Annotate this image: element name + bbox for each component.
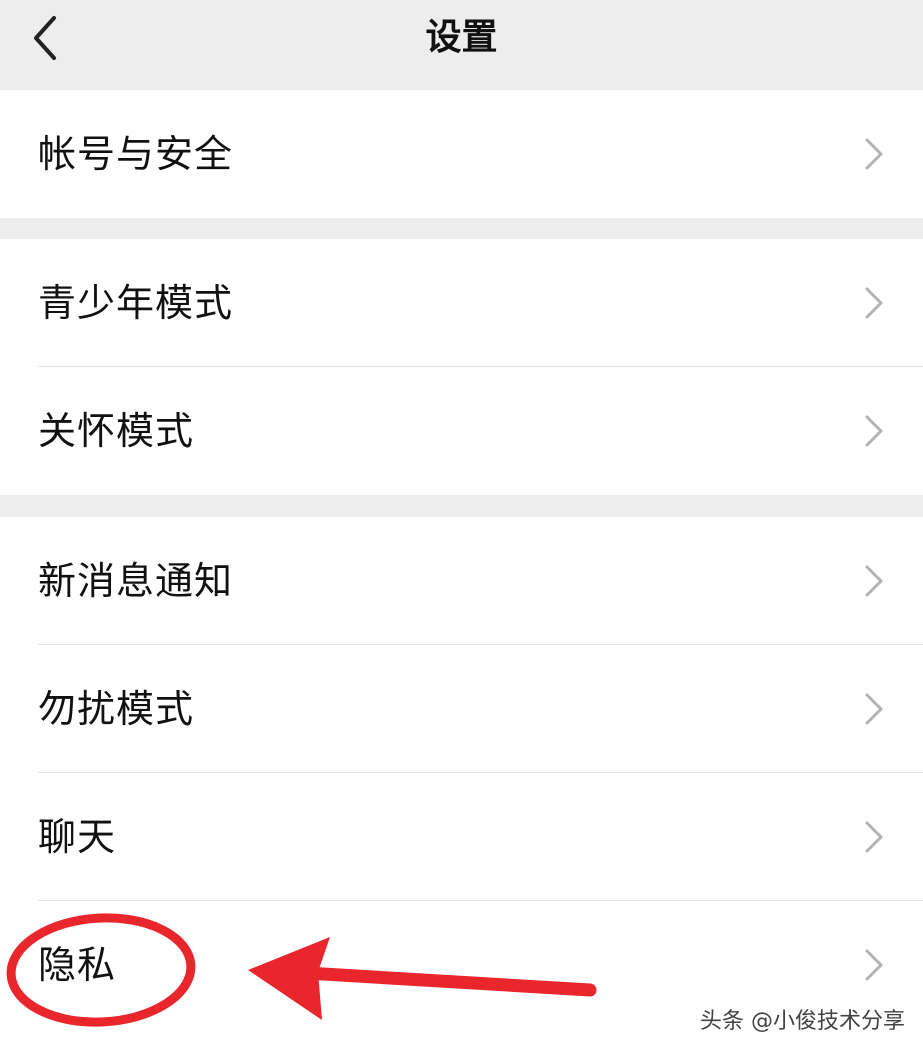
settings-group-general: 新消息通知 勿扰模式 聊天 隐私	[0, 517, 923, 1049]
settings-item-label: 青少年模式	[38, 281, 234, 325]
settings-item-teen-mode[interactable]: 青少年模式	[0, 239, 923, 367]
settings-item-label: 关怀模式	[38, 409, 195, 453]
settings-item-do-not-disturb[interactable]: 勿扰模式	[0, 645, 923, 773]
settings-item-label: 勿扰模式	[38, 687, 195, 731]
settings-item-label: 聊天	[38, 815, 117, 859]
settings-group-modes: 青少年模式 关怀模式	[0, 239, 923, 495]
chevron-right-icon	[865, 821, 883, 853]
chevron-right-icon	[865, 565, 883, 597]
settings-item-label: 新消息通知	[38, 559, 234, 603]
settings-group-account: 帐号与安全	[0, 90, 923, 218]
chevron-right-icon	[865, 415, 883, 447]
nav-bar: 设置	[0, 0, 923, 90]
settings-item-chat[interactable]: 聊天	[0, 773, 923, 901]
settings-item-new-message-notification[interactable]: 新消息通知	[0, 517, 923, 645]
chevron-right-icon	[865, 949, 883, 981]
chevron-right-icon	[865, 693, 883, 725]
chevron-right-icon	[865, 287, 883, 319]
settings-item-label: 帐号与安全	[38, 132, 234, 176]
page-title: 设置	[425, 17, 498, 58]
settings-item-account-security[interactable]: 帐号与安全	[0, 90, 923, 218]
settings-item-label: 隐私	[38, 943, 117, 987]
watermark: 头条 @小俊技术分享	[700, 1009, 905, 1034]
chevron-right-icon	[865, 138, 883, 170]
settings-item-care-mode[interactable]: 关怀模式	[0, 367, 923, 495]
